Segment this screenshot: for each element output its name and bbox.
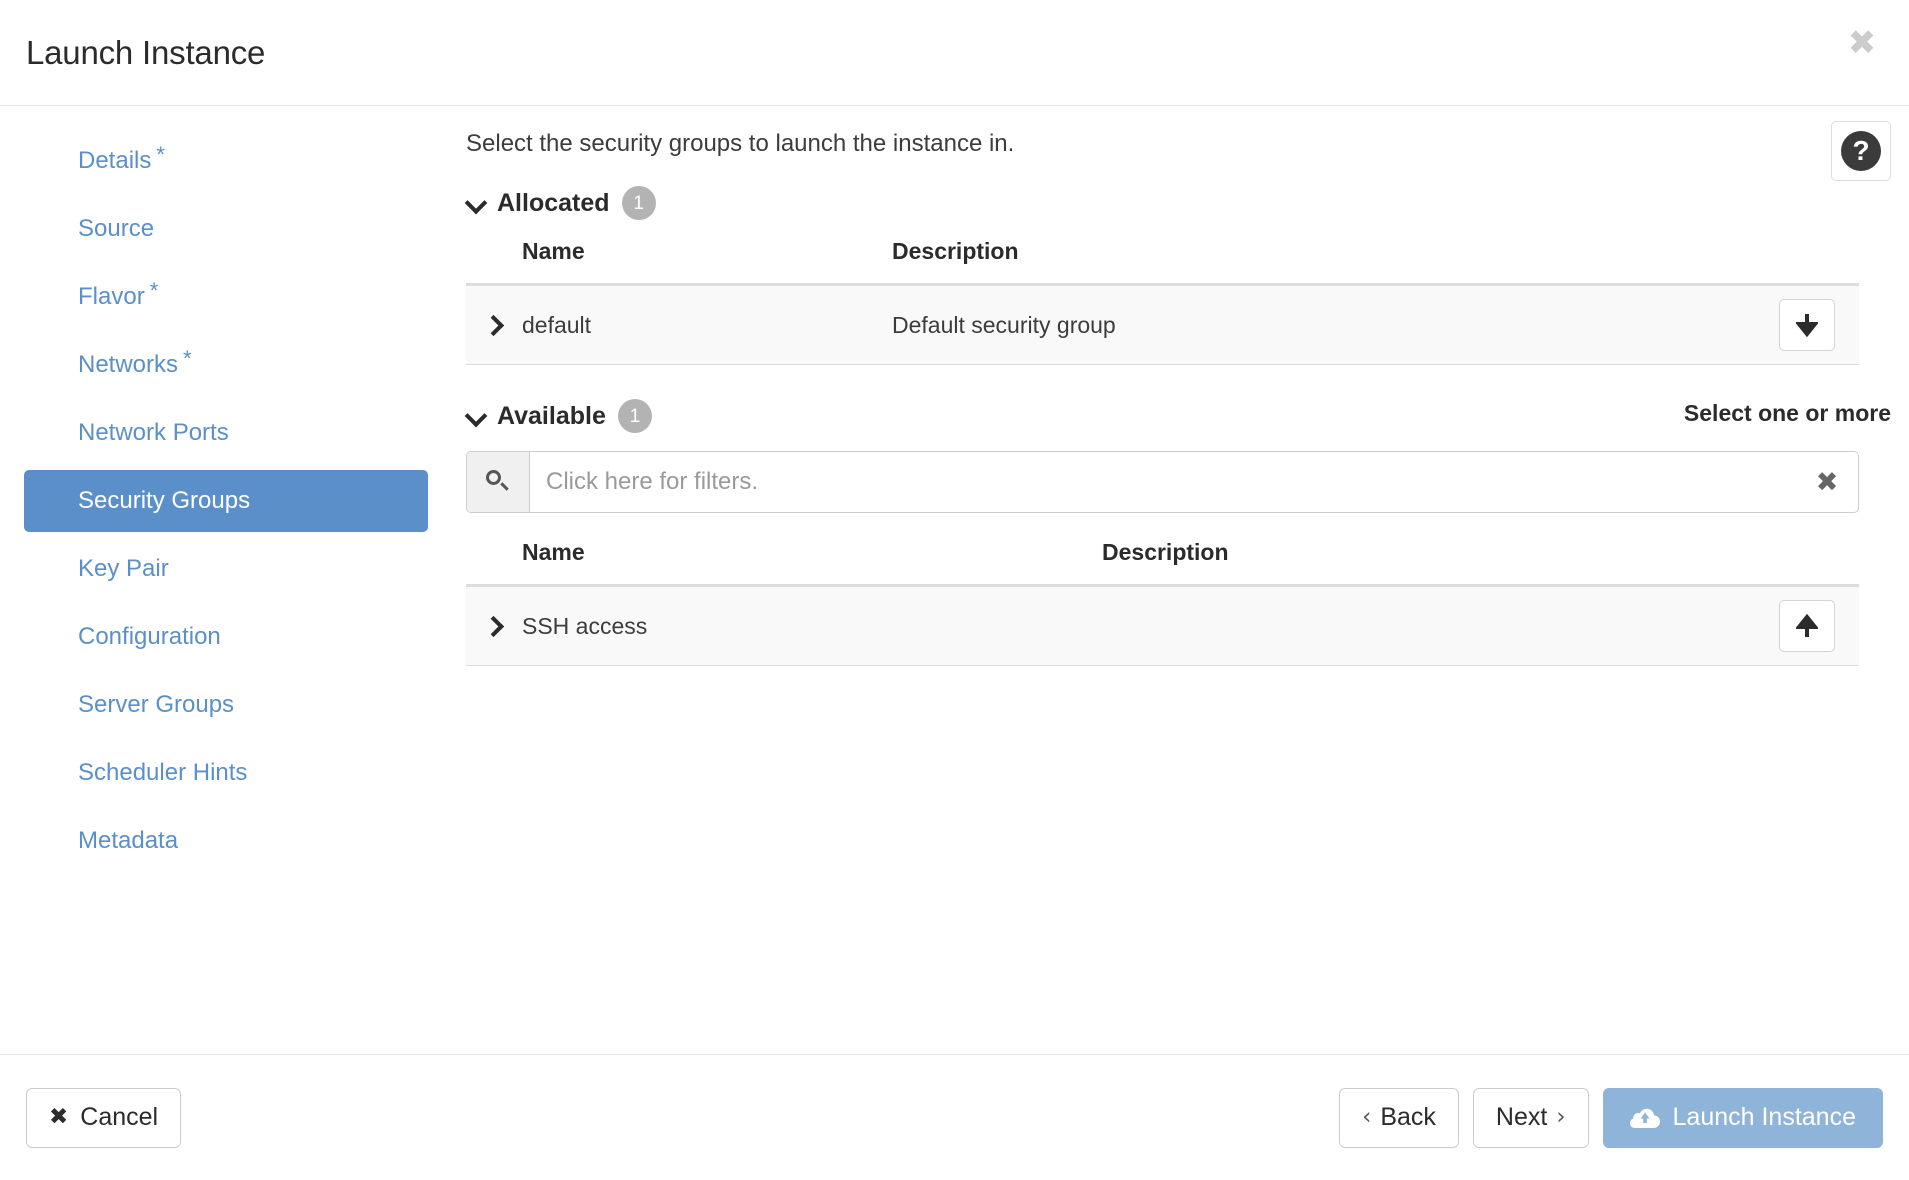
available-count-badge: 1 [617, 399, 652, 433]
available-row-description [1102, 585, 1719, 666]
allocated-row-name: default [522, 284, 892, 365]
chevron-down-icon [466, 405, 488, 427]
sidebar-item-security-groups[interactable]: Security Groups [24, 470, 428, 532]
question-mark-icon: ? [1841, 131, 1881, 171]
sidebar-item-label: Network Ports [78, 419, 229, 446]
available-header-spacer [466, 539, 522, 587]
required-marker: * [149, 278, 159, 303]
allocated-row-expander-cell [466, 284, 522, 365]
available-row-name: SSH access [522, 585, 1102, 666]
available-section-header[interactable]: Available 1 Select one or more [452, 399, 1909, 433]
available-row-expander-cell [466, 585, 522, 666]
cloud-upload-icon [1629, 1107, 1660, 1129]
available-title: Available [497, 401, 606, 430]
wizard-sidebar: Details * Source Flavor * Networks * Net… [0, 106, 452, 1054]
sidebar-item-configuration[interactable]: Configuration [24, 606, 428, 668]
sidebar-item-server-groups[interactable]: Server Groups [24, 674, 428, 736]
modal-footer: ✖ Cancel ‹ Back Next › Launch Instance [0, 1054, 1909, 1180]
sidebar-item-label: Scheduler Hints [78, 759, 248, 786]
sidebar-item-label: Server Groups [78, 691, 235, 718]
sidebar-item-source[interactable]: Source [24, 198, 428, 260]
close-icon[interactable]: ✖ [1839, 20, 1885, 66]
allocated-header-name: Name [522, 238, 892, 286]
sidebar-item-networks[interactable]: Networks * [24, 334, 428, 396]
sidebar-item-label: Flavor [78, 283, 145, 310]
chevron-left-icon: ‹ [1362, 1104, 1372, 1130]
available-header-action [1719, 539, 1859, 587]
search-icon [467, 452, 530, 512]
next-button[interactable]: Next › [1472, 1087, 1589, 1148]
allocated-header-action [1719, 238, 1859, 286]
sidebar-item-metadata[interactable]: Metadata [24, 810, 428, 872]
cancel-button[interactable]: ✖ Cancel [26, 1087, 182, 1148]
available-header-description: Description [1102, 539, 1719, 587]
available-row-action-cell [1719, 585, 1859, 666]
arrow-up-icon[interactable] [1779, 600, 1835, 652]
sidebar-item-label: Metadata [78, 827, 179, 854]
chevron-down-icon [466, 192, 488, 214]
sidebar-item-label: Details [78, 147, 152, 174]
allocated-header-description: Description [892, 238, 1719, 286]
available-table: Name Description SSH access [466, 539, 1859, 666]
sidebar-item-label: Key Pair [78, 555, 169, 582]
allocated-table: Name Description default Default securit… [466, 238, 1859, 365]
table-row[interactable]: SSH access [466, 585, 1859, 666]
sidebar-item-label: Source [78, 215, 155, 242]
close-glyph: ✖ [1847, 23, 1877, 63]
sidebar-item-scheduler-hints[interactable]: Scheduler Hints [24, 742, 428, 804]
clear-filter-icon[interactable]: ✖ [1796, 452, 1858, 512]
cancel-button-label: Cancel [80, 1103, 159, 1131]
available-header-name: Name [522, 539, 1102, 587]
allocated-table-header-row: Name Description [466, 238, 1859, 286]
close-icon: ✖ [49, 1104, 69, 1130]
filter-input[interactable] [530, 452, 1796, 512]
page-title: Launch Instance [26, 34, 266, 71]
sidebar-item-label: Networks [78, 351, 179, 378]
modal-body: Details * Source Flavor * Networks * Net… [0, 106, 1909, 1054]
launch-instance-button-label: Launch Instance [1672, 1103, 1856, 1131]
allocated-header-spacer [466, 238, 522, 286]
launch-instance-button[interactable]: Launch Instance [1602, 1087, 1883, 1148]
filter-bar: ✖ [466, 451, 1859, 513]
required-marker: * [183, 346, 192, 371]
footer-actions: ‹ Back Next › Launch Instance [1339, 1087, 1883, 1148]
select-one-or-more-hint: Select one or more [1683, 400, 1891, 426]
next-button-label: Next [1495, 1103, 1548, 1131]
arrow-down-icon[interactable] [1779, 299, 1835, 351]
allocated-row-description: Default security group [892, 284, 1719, 365]
back-button[interactable]: ‹ Back [1339, 1087, 1459, 1148]
allocated-section-header[interactable]: Allocated 1 [452, 186, 1909, 220]
required-marker: * [156, 142, 165, 167]
allocated-count-badge: 1 [621, 186, 656, 220]
sidebar-item-label: Configuration [78, 623, 221, 650]
help-button[interactable]: ? [1831, 121, 1891, 181]
allocated-row-action-cell [1719, 284, 1859, 365]
chevron-right-icon: › [1556, 1104, 1566, 1130]
back-button-label: Back [1380, 1103, 1436, 1131]
chevron-right-icon[interactable] [484, 316, 502, 334]
sidebar-item-key-pair[interactable]: Key Pair [24, 538, 428, 600]
instruction-text: Select the security groups to launch the… [466, 130, 1015, 157]
sidebar-item-flavor[interactable]: Flavor * [24, 266, 428, 328]
modal-header: Launch Instance ✖ [0, 0, 1909, 106]
sidebar-item-details[interactable]: Details * [24, 130, 428, 192]
sidebar-item-label: Security Groups [78, 487, 251, 514]
wizard-main-panel: ? Select the security groups to launch t… [452, 106, 1909, 1054]
chevron-right-icon[interactable] [484, 617, 502, 635]
sidebar-item-network-ports[interactable]: Network Ports [24, 402, 428, 464]
available-table-header-row: Name Description [466, 539, 1859, 587]
launch-instance-modal: Launch Instance ✖ Details * Source Flavo… [0, 0, 1909, 1180]
table-row[interactable]: default Default security group [466, 284, 1859, 365]
allocated-title: Allocated [497, 188, 610, 217]
